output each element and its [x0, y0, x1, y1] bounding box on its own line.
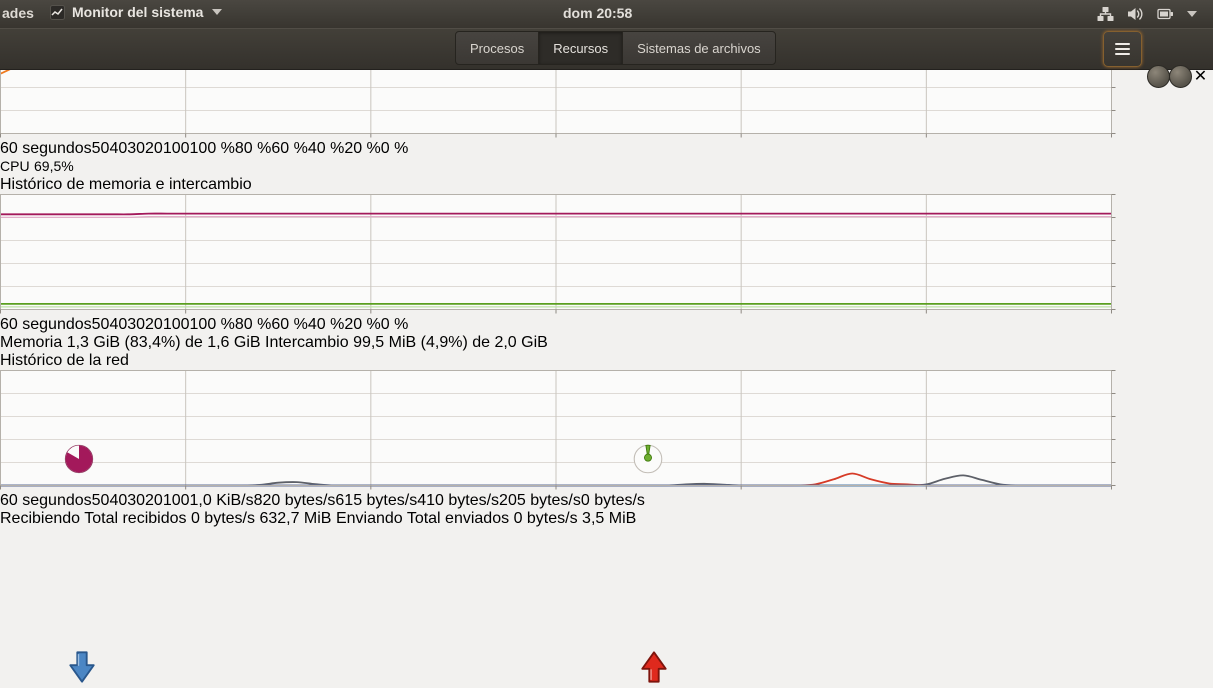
y-axis-tick-label: 20 %	[344, 316, 380, 333]
x-axis-tick-label: 30	[127, 492, 145, 509]
sent-total-label: Total enviados	[407, 510, 509, 527]
minimize-button[interactable]	[1147, 65, 1170, 88]
y-axis-tick-label: 80 %	[235, 316, 271, 333]
chevron-down-icon	[212, 9, 222, 15]
receiving-label: Recibiendo	[0, 510, 80, 527]
status-area[interactable]	[1097, 6, 1197, 22]
cpu-legend-value: 69,5%	[34, 158, 74, 174]
system-monitor-window: { "topbar": { "activities_label": "ades"…	[0, 0, 1213, 688]
x-axis-tick-label: 0	[181, 140, 190, 157]
x-axis-tick-label: 20	[145, 140, 163, 157]
network-section-title: Histórico de la red	[0, 352, 1213, 370]
hamburger-menu-button[interactable]	[1103, 31, 1142, 67]
y-axis-tick-label: 100 %	[190, 316, 235, 333]
memory-history-chart: 60 segundos50403020100100 %80 %60 %40 %2…	[0, 194, 1213, 334]
y-axis-tick-label: 40 %	[308, 316, 344, 333]
y-axis-tick-label: 60 %	[271, 316, 307, 333]
x-axis-tick-label: 60 segundos	[0, 316, 92, 333]
x-axis-tick-label: 40	[109, 316, 127, 333]
plot-area	[0, 370, 1172, 492]
activities-button[interactable]: ades	[2, 5, 34, 21]
close-icon: ✕	[1194, 66, 1207, 86]
network-wired-icon	[1097, 6, 1114, 22]
x-axis-tick-label: 0	[181, 492, 190, 509]
x-axis-tick-label: 20	[145, 492, 163, 509]
tab-sistemas-de-archivos[interactable]: Sistemas de archivos	[622, 31, 776, 65]
y-axis-tick-label: 20 %	[344, 140, 380, 157]
system-monitor-icon	[50, 5, 65, 20]
x-axis-tick-label: 30	[127, 140, 145, 157]
memory-legend-label: Memoria	[0, 334, 62, 351]
y-axis-tick-label: 40 %	[308, 140, 344, 157]
y-axis-tick-label: 820 bytes/s	[254, 492, 336, 509]
sending-arrow-icon	[638, 650, 670, 684]
sending-label: Enviando	[336, 510, 403, 527]
tab-group: Procesos Recursos Sistemas de archivos	[455, 31, 776, 65]
tab-procesos[interactable]: Procesos	[455, 31, 539, 65]
x-axis-tick-label: 30	[127, 316, 145, 333]
y-axis-tick-label: 100 %	[190, 140, 235, 157]
Memoria-line	[1, 214, 1112, 215]
app-menu-label: Monitor del sistema	[72, 4, 203, 20]
swap-pie-icon[interactable]	[632, 443, 664, 475]
swap-legend-label: Intercambio	[265, 334, 349, 351]
y-axis-tick-label: 80 %	[235, 140, 271, 157]
cpu-legend-label: CPU	[0, 158, 30, 174]
header-bar: Procesos Recursos Sistemas de archivos ✕	[0, 28, 1213, 70]
x-axis-tick-label: 10	[163, 140, 181, 157]
app-menu[interactable]: Monitor del sistema	[50, 4, 222, 20]
x-axis-tick-label: 10	[163, 492, 181, 509]
swap-legend-value: 99,5 MiB (4,9%) de 2,0 GiB	[353, 334, 548, 351]
y-axis-tick-label: 0 bytes/s	[581, 492, 645, 509]
plot-area	[0, 194, 1172, 316]
y-axis-tick-label: 1,0 KiB/s	[190, 492, 254, 509]
y-axis-tick-label: 615 bytes/s	[335, 492, 417, 509]
chevron-down-icon	[1187, 11, 1197, 17]
x-axis-tick-label: 50	[92, 140, 110, 157]
x-axis-tick-label: 50	[92, 492, 110, 509]
x-axis-tick-label: 0	[181, 316, 190, 333]
sent-total: 3,5 MiB	[582, 510, 636, 527]
x-axis-tick-label: 10	[163, 316, 181, 333]
y-axis-tick-label: 0 %	[381, 316, 409, 333]
tab-recursos[interactable]: Recursos	[538, 31, 623, 65]
x-axis-tick-label: 60 segundos	[0, 140, 92, 157]
receiving-rate: 0 bytes/s	[191, 510, 255, 527]
y-axis-tick-label: 60 %	[271, 140, 307, 157]
y-axis-tick-label: 0 %	[381, 140, 409, 157]
memory-legend-value: 1,3 GiB (83,4%) de 1,6 GiB	[67, 334, 261, 351]
x-axis-tick-label: 40	[109, 140, 127, 157]
receiving-arrow-icon	[66, 650, 98, 684]
sending-rate: 0 bytes/s	[514, 510, 578, 527]
x-axis-tick-label: 60 segundos	[0, 492, 92, 509]
y-axis-tick-label: 205 bytes/s	[499, 492, 581, 509]
clock[interactable]: dom 20:58	[563, 5, 632, 21]
network-history-chart: 60 segundos504030201001,0 KiB/s820 bytes…	[0, 370, 1213, 510]
x-axis-tick-label: 20	[145, 316, 163, 333]
x-axis-tick-label: 40	[109, 492, 127, 509]
battery-icon	[1157, 6, 1174, 22]
received-total: 632,7 MiB	[259, 510, 331, 527]
volume-icon	[1127, 6, 1144, 22]
top-bar: ades Monitor del sistema dom 20:58	[0, 0, 1213, 28]
close-button[interactable]: ✕	[1190, 65, 1211, 86]
hamburger-icon	[1115, 40, 1130, 58]
x-axis-tick-label: 50	[92, 316, 110, 333]
y-axis-tick-label: 410 bytes/s	[417, 492, 499, 509]
maximize-button[interactable]	[1169, 65, 1192, 88]
memory-section-title: Histórico de memoria e intercambio	[0, 176, 1213, 194]
memory-pie-icon[interactable]	[63, 443, 95, 475]
received-total-label: Total recibidos	[84, 510, 186, 527]
